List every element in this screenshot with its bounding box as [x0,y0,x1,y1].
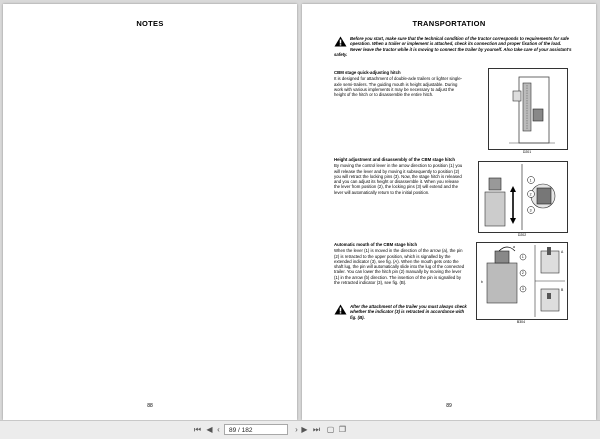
figure-caption: B304 [516,320,526,324]
page-title: NOTES [136,19,164,28]
figure-d202: 1 2 3 [478,161,568,233]
section-height-adjustment: Height adjustment and disassembly of the… [334,157,466,195]
figure-caption: D202 [517,233,527,237]
section-body: When the lever (1) is moved in the direc… [334,248,465,286]
callout-1: 1 [522,255,524,259]
two-page-icon[interactable]: ❐ [337,424,348,435]
section-quick-hitch: CBM stage quick-adjusting hitch It is de… [334,70,466,97]
automatic-mouth-drawing: a b A B 1 2 3 [481,245,565,317]
hitch-drawing [509,76,555,144]
section-heading: Height adjustment and disassembly of the… [334,157,456,162]
label-a: a [513,245,515,249]
single-page-icon[interactable]: ▢ [325,424,336,435]
callout-1: 1 [530,178,532,182]
page-right: TRANSPORTATION Before you start, make su… [302,4,596,420]
first-page-icon[interactable]: ⏮ [192,424,203,435]
page-title: TRANSPORTATION [412,19,486,28]
label-fig-a: A [561,250,564,254]
warning-text: Before you start, make sure that the tec… [334,36,572,57]
callout-3: 3 [522,287,524,291]
lever-drawing: 1 2 3 [484,164,556,230]
label-fig-b: B [561,288,564,292]
page-number: 89 [446,403,452,409]
next-page-icon[interactable]: ▶ [299,424,310,435]
section-body: It is designed for attachment of double-… [334,76,463,98]
page-number-input[interactable]: 89 / 182 [224,424,288,435]
note-text: After the attachment of the trailer you … [350,304,467,320]
last-page-icon[interactable]: ⏭ [311,424,322,435]
page-left: NOTES 88 [3,4,297,420]
callout-2: 2 [530,192,532,196]
section-body: By moving the control lever in the arrow… [334,163,463,195]
figure-caption: D201 [522,150,532,154]
callout-3: 3 [530,208,532,212]
page-number: 88 [147,403,153,409]
figure-d201 [488,68,568,150]
navigation-toolbar: ⏮ ◀ ‹ 89 / 182 › ▶ ⏭ ▢ ❐ [0,420,600,439]
document-viewer: NOTES 88 TRANSPORTATION Before you start… [0,0,600,439]
warning-block: Before you start, make sure that the tec… [334,36,572,57]
figure-b304: a b A B 1 2 3 [476,242,568,320]
label-b: b [481,280,483,284]
warning-icon [334,304,347,315]
section-heading: Automatic mouth of the CBM stage hitch [334,242,418,247]
prev-step-icon[interactable]: ‹ [213,424,224,435]
section-heading: CBM stage quick-adjusting hitch [334,70,401,75]
callout-2: 2 [522,271,524,275]
note-block: After the attachment of the trailer you … [334,304,468,320]
warning-icon [334,36,347,47]
section-automatic-mouth: Automatic mouth of the CBM stage hitch W… [334,242,466,285]
